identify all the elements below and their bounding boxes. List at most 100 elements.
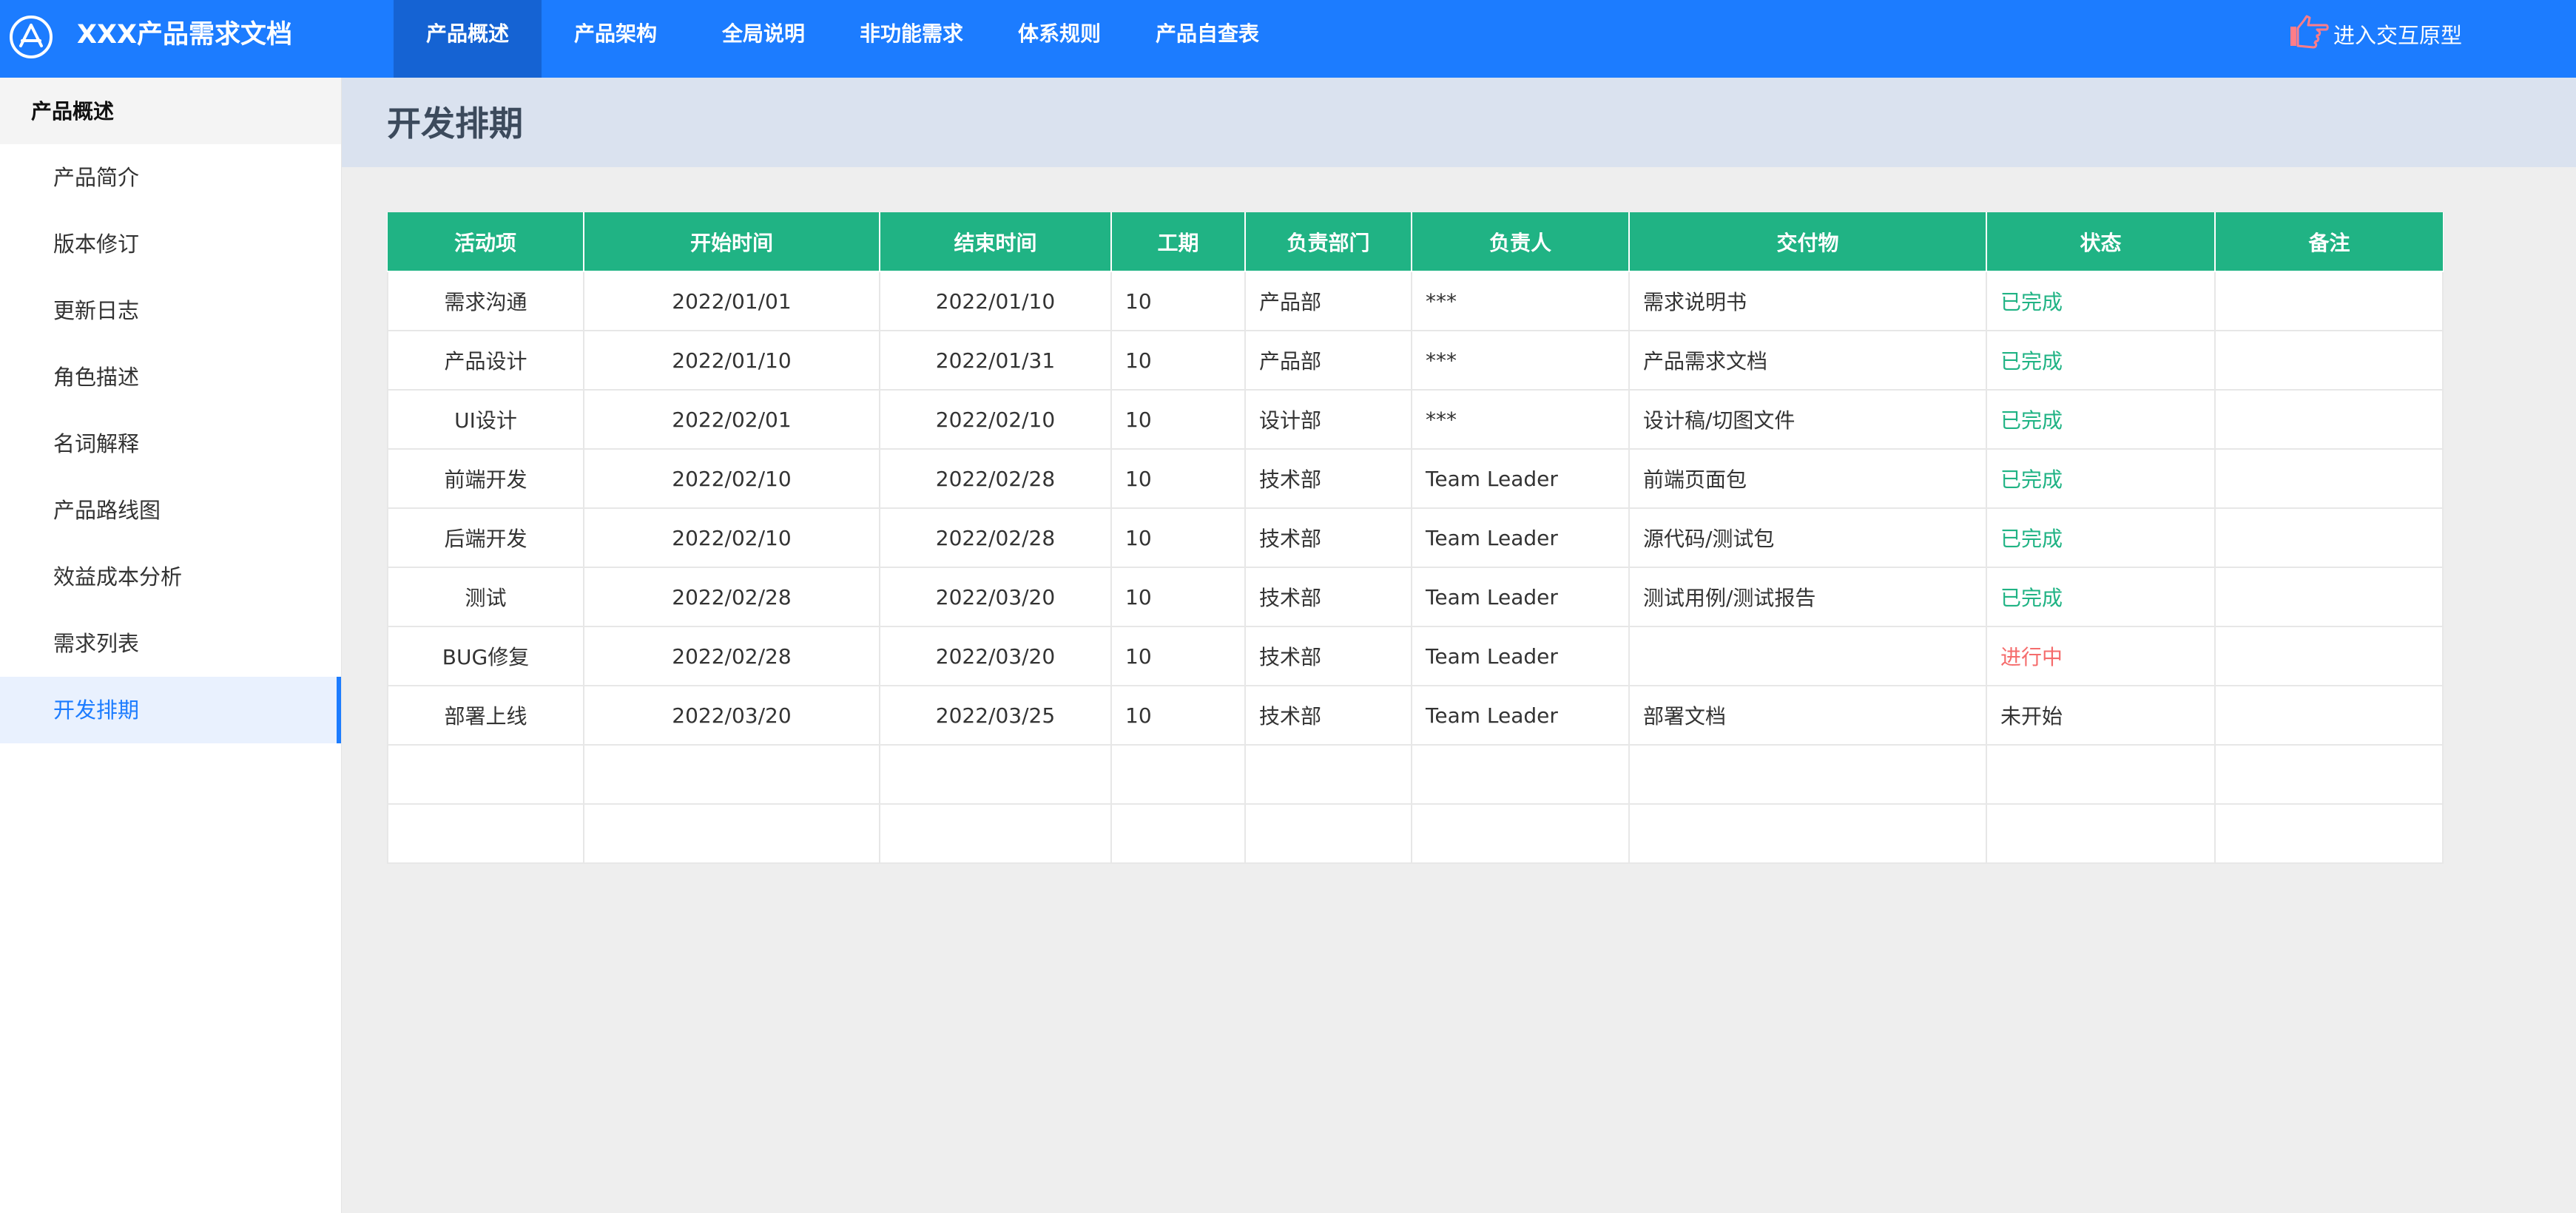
status-cell: 进行中 — [1986, 626, 2216, 686]
sidebar-item-product-intro[interactable]: 产品简介 — [0, 144, 341, 211]
duration-cell — [1110, 803, 1246, 864]
start-time-cell: 2022/01/01 — [583, 271, 880, 331]
deliverable-cell: 前端页面包 — [1628, 448, 1987, 509]
sidebar-item-cost-benefit-analysis[interactable]: 效益成本分析 — [0, 544, 341, 610]
deliverable-cell: 部署文档 — [1628, 685, 1987, 746]
main-nav: 产品概述 产品架构 全局说明 非功能需求 体系规则 产品自查表 — [394, 0, 1281, 78]
note-cell — [2214, 567, 2444, 627]
deliverable-cell: 设计稿/切图文件 — [1628, 389, 1987, 450]
status-cell: 已完成 — [1986, 389, 2216, 450]
table-row: 产品设计 2022/01/10 2022/01/31 10 产品部 *** 产品需求文档 已完… — [387, 330, 2444, 391]
status-cell — [1986, 744, 2216, 805]
sidebar: 产品概述 产品简介 版本修订 更新日志 角色描述 名词解释 产品路线图 效益成本… — [0, 78, 342, 1213]
owner-cell: Team Leader — [1411, 507, 1630, 568]
duration-cell: 10 — [1110, 448, 1246, 509]
start-time-cell: 2022/02/10 — [583, 507, 880, 568]
owner-cell: *** — [1411, 330, 1630, 391]
status-cell: 已完成 — [1986, 330, 2216, 391]
nav-tab-product-architecture[interactable]: 产品架构 — [542, 0, 689, 78]
owner-cell: *** — [1411, 389, 1630, 450]
table-row — [387, 803, 2444, 864]
schedule-table-body: 需求沟通 2022/01/01 2022/01/10 10 产品部 *** 需求说明书 已完成… — [387, 271, 2444, 864]
activity-cell — [387, 803, 584, 864]
note-cell — [2214, 507, 2444, 568]
table-row: 测试 2022/02/28 2022/03/20 10 技术部 Team Leader 测试… — [387, 567, 2444, 627]
nav-tab-system-rules[interactable]: 体系规则 — [985, 0, 1133, 78]
end-time-cell: 2022/03/20 — [879, 626, 1112, 686]
status-cell — [1986, 803, 2216, 864]
department-cell: 技术部 — [1244, 685, 1412, 746]
department-cell: 技术部 — [1244, 448, 1412, 509]
pointing-hand-icon — [2287, 13, 2333, 55]
sidebar-item-changelog[interactable]: 更新日志 — [0, 277, 341, 344]
nav-tab-global-description[interactable]: 全局说明 — [689, 0, 837, 78]
owner-cell: Team Leader — [1411, 626, 1630, 686]
start-time-cell — [583, 744, 880, 805]
activity-cell: 需求沟通 — [387, 271, 584, 331]
duration-cell: 10 — [1110, 685, 1246, 746]
column-header-duration: 工期 — [1110, 212, 1246, 272]
sidebar-item-requirements-list[interactable]: 需求列表 — [0, 610, 341, 677]
note-cell — [2214, 330, 2444, 391]
start-time-cell — [583, 803, 880, 864]
owner-cell — [1411, 803, 1630, 864]
duration-cell: 10 — [1110, 626, 1246, 686]
duration-cell: 10 — [1110, 567, 1246, 627]
activity-cell: UI设计 — [387, 389, 584, 450]
department-cell: 产品部 — [1244, 330, 1412, 391]
deliverable-cell: 源代码/测试包 — [1628, 507, 1987, 568]
note-cell — [2214, 803, 2444, 864]
column-header-activity: 活动项 — [388, 212, 584, 272]
column-header-owner: 负责人 — [1411, 212, 1630, 272]
table-header-row: 活动项 开始时间 结束时间 工期 负责部门 负责人 交付物 状态 备注 — [388, 212, 2443, 272]
activity-cell: BUG修复 — [387, 626, 584, 686]
department-cell: 技术部 — [1244, 567, 1412, 627]
activity-cell: 后端开发 — [387, 507, 584, 568]
start-time-cell: 2022/02/01 — [583, 389, 880, 450]
owner-cell: Team Leader — [1411, 685, 1630, 746]
end-time-cell: 2022/02/28 — [879, 507, 1112, 568]
department-cell — [1244, 744, 1412, 805]
sidebar-item-version-revision[interactable]: 版本修订 — [0, 211, 341, 277]
start-time-cell: 2022/02/28 — [583, 626, 880, 686]
sidebar-item-glossary[interactable]: 名词解释 — [0, 410, 341, 477]
department-cell: 设计部 — [1244, 389, 1412, 450]
schedule-table: 活动项 开始时间 结束时间 工期 负责部门 负责人 交付物 状态 备注 需求沟通… — [387, 212, 2444, 864]
page-title: 开发排期 — [387, 104, 523, 143]
deliverable-cell — [1628, 744, 1987, 805]
note-cell — [2214, 448, 2444, 509]
start-time-cell: 2022/02/28 — [583, 567, 880, 627]
sidebar-item-role-description[interactable]: 角色描述 — [0, 344, 341, 410]
end-time-cell: 2022/02/10 — [879, 389, 1112, 450]
status-cell: 未开始 — [1986, 685, 2216, 746]
enter-prototype-link[interactable]: 进入交互原型 — [2287, 13, 2462, 55]
department-cell: 技术部 — [1244, 507, 1412, 568]
table-row: UI设计 2022/02/01 2022/02/10 10 设计部 *** 设计稿/切图文件… — [387, 389, 2444, 450]
end-time-cell: 2022/03/20 — [879, 567, 1112, 627]
end-time-cell: 2022/01/31 — [879, 330, 1112, 391]
column-header-status: 状态 — [1986, 212, 2216, 272]
duration-cell: 10 — [1110, 389, 1246, 450]
top-navbar: XXX产品需求文档 产品概述 产品架构 全局说明 非功能需求 体系规则 产品自查… — [0, 0, 2576, 78]
owner-cell — [1411, 744, 1630, 805]
end-time-cell: 2022/03/25 — [879, 685, 1112, 746]
sidebar-item-roadmap[interactable]: 产品路线图 — [0, 477, 341, 544]
table-row: 后端开发 2022/02/10 2022/02/28 10 技术部 Team Leader… — [387, 507, 2444, 568]
nav-tab-product-self-check[interactable]: 产品自查表 — [1133, 0, 1281, 78]
sidebar-item-development-schedule[interactable]: 开发排期 — [0, 677, 341, 743]
department-cell: 技术部 — [1244, 626, 1412, 686]
owner-cell: *** — [1411, 271, 1630, 331]
column-header-start-time: 开始时间 — [583, 212, 880, 272]
sidebar-section-header: 产品概述 — [0, 78, 341, 144]
note-cell — [2214, 389, 2444, 450]
deliverable-cell — [1628, 803, 1987, 864]
end-time-cell: 2022/01/10 — [879, 271, 1112, 331]
table-row — [387, 744, 2444, 805]
status-cell: 已完成 — [1986, 448, 2216, 509]
nav-tab-non-functional-requirements[interactable]: 非功能需求 — [837, 0, 985, 78]
duration-cell: 10 — [1110, 271, 1246, 331]
duration-cell: 10 — [1110, 330, 1246, 391]
column-header-note: 备注 — [2214, 212, 2443, 272]
nav-tab-product-overview[interactable]: 产品概述 — [394, 0, 542, 78]
column-header-end-time: 结束时间 — [879, 212, 1112, 272]
